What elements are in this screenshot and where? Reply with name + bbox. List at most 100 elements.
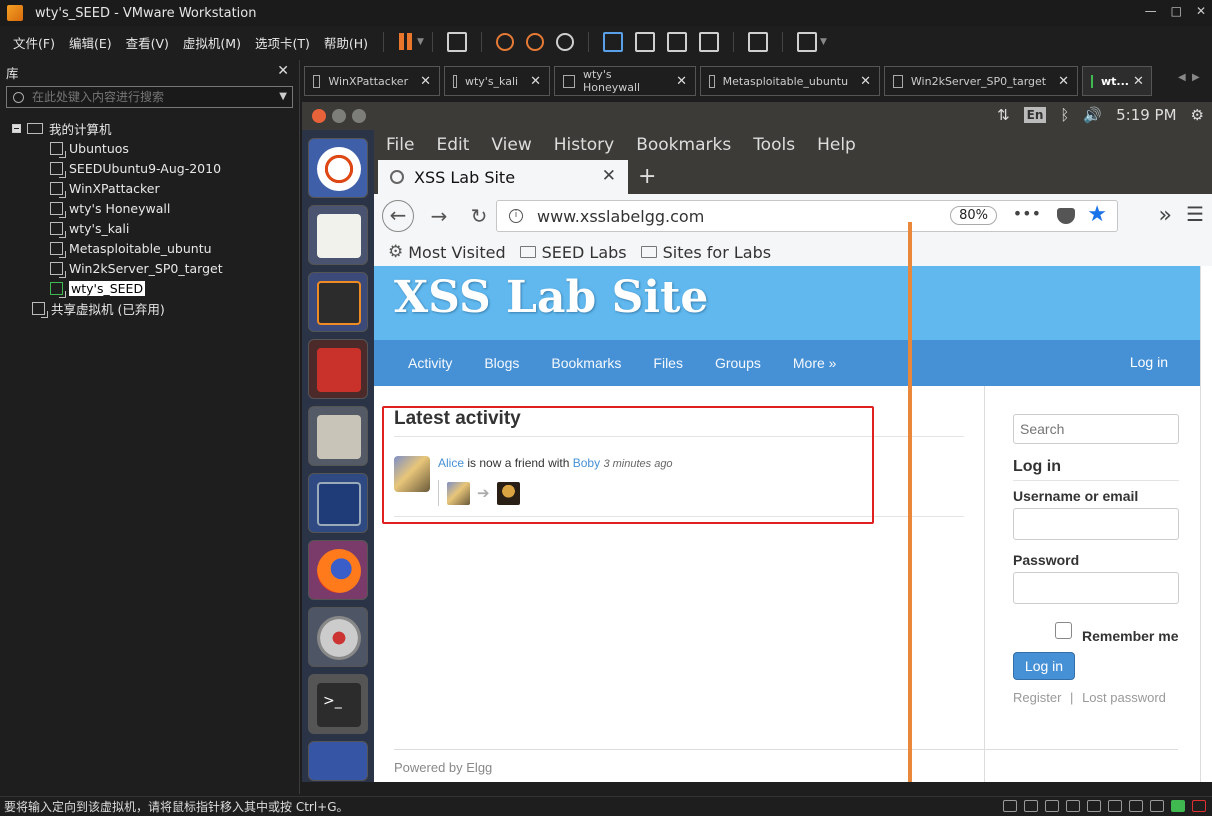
- ff-menu-file[interactable]: File: [386, 135, 414, 155]
- menu-view[interactable]: 查看(V): [126, 33, 169, 52]
- tree-item-vm[interactable]: wty's Honeywall: [0, 198, 299, 218]
- vm-tab[interactable]: wty's_kali ✕: [444, 66, 550, 96]
- menu-file[interactable]: 文件(F): [13, 33, 55, 52]
- menu-vm[interactable]: 虚拟机(M): [183, 33, 241, 52]
- tree-item-vm[interactable]: SEEDUbuntu9-Aug-2010: [0, 158, 299, 178]
- bookmark-star-icon[interactable]: ★: [1087, 202, 1107, 227]
- tree-item-vm[interactable]: WinXPattacker: [0, 178, 299, 198]
- ff-menu-history[interactable]: History: [554, 135, 614, 155]
- snapshot-manager-icon[interactable]: [555, 33, 574, 51]
- launcher-terminator-icon[interactable]: [308, 339, 368, 399]
- nav-bookmarks[interactable]: Bookmarks: [551, 355, 621, 371]
- vm-tab[interactable]: Metasploitable_ubuntu ✕: [700, 66, 880, 96]
- nav-files[interactable]: Files: [653, 355, 683, 371]
- remember-me-checkbox[interactable]: [1055, 621, 1072, 639]
- thumbnail-bar-icon[interactable]: [634, 32, 655, 52]
- close-icon[interactable]: ✕: [277, 63, 289, 79]
- tree-item-vm[interactable]: Ubuntuos: [0, 138, 299, 158]
- tree-item-vm[interactable]: Metasploitable_ubuntu: [0, 238, 299, 258]
- launcher-terminal-icon[interactable]: >_: [308, 674, 368, 734]
- bluetooth-icon[interactable]: ᛒ: [1060, 106, 1069, 124]
- message-log-icon[interactable]: [1171, 800, 1185, 812]
- vm-tab-active[interactable]: wt... ✕: [1082, 66, 1152, 96]
- unity-icon[interactable]: [698, 32, 719, 52]
- tree-item-vm-selected[interactable]: wty's_SEED: [0, 278, 299, 298]
- vm-tab[interactable]: Win2kServer_SP0_target ✕: [884, 66, 1078, 96]
- launcher-dash-icon[interactable]: [308, 138, 368, 198]
- close-window-icon[interactable]: [312, 109, 326, 123]
- nav-groups[interactable]: Groups: [715, 355, 761, 371]
- tree-item-vm[interactable]: wty's_kali: [0, 218, 299, 238]
- menu-help[interactable]: 帮助(H): [324, 33, 368, 52]
- fullscreen-icon[interactable]: [666, 32, 687, 52]
- library-search-input[interactable]: [32, 90, 272, 104]
- console-view-icon[interactable]: [747, 32, 768, 52]
- collapse-icon[interactable]: [12, 123, 21, 133]
- clock[interactable]: 5:19 PM: [1116, 106, 1176, 124]
- chevron-down-icon[interactable]: ▼: [417, 37, 424, 47]
- launcher-wireshark-icon[interactable]: [308, 473, 368, 533]
- send-ctrl-alt-del-icon[interactable]: [446, 32, 467, 52]
- url-text[interactable]: www.xsslabelgg.com: [537, 207, 704, 226]
- bookmark-sites-for-labs[interactable]: Sites for Labs: [640, 243, 771, 262]
- nav-login-link[interactable]: Log in: [1130, 354, 1168, 370]
- gear-icon[interactable]: ⚙: [1191, 106, 1204, 124]
- network-icon[interactable]: ⇅: [997, 106, 1010, 124]
- close-tab-icon[interactable]: ✕: [602, 166, 616, 186]
- guest-screen[interactable]: ⇅ En ᛒ 🔊 5:19 PM ⚙ >_ File Edit View His…: [302, 102, 1212, 782]
- vm-tab[interactable]: WinXPattacker ✕: [304, 66, 440, 96]
- snapshot-icon[interactable]: [495, 33, 514, 51]
- stretch-view-icon[interactable]: [796, 32, 817, 52]
- bluetooth-icon[interactable]: [1150, 800, 1164, 812]
- keyboard-layout-indicator[interactable]: En: [1023, 107, 1047, 123]
- maximize-button[interactable]: □: [1171, 4, 1182, 18]
- pocket-icon[interactable]: [1057, 208, 1075, 224]
- lost-password-link[interactable]: Lost password: [1082, 690, 1166, 705]
- close-icon[interactable]: ✕: [1046, 74, 1069, 89]
- nav-more[interactable]: More »: [793, 355, 837, 371]
- ff-menu-edit[interactable]: Edit: [436, 135, 469, 155]
- pause-icon[interactable]: [398, 32, 414, 52]
- zoom-indicator[interactable]: 80%: [950, 206, 997, 225]
- launcher-settings-icon[interactable]: [308, 607, 368, 667]
- launcher-firefox-icon[interactable]: [308, 540, 368, 600]
- bookmark-most-visited[interactable]: ⚙ Most Visited: [388, 242, 506, 262]
- password-field[interactable]: [1013, 572, 1179, 604]
- minimize-button[interactable]: —: [1145, 4, 1157, 18]
- cd-dvd-icon[interactable]: [1024, 800, 1038, 812]
- overflow-chevron-icon[interactable]: »: [1159, 203, 1172, 228]
- library-search[interactable]: ▼: [6, 86, 293, 108]
- bookmark-seed-labs[interactable]: SEED Labs: [519, 243, 627, 262]
- back-button[interactable]: ←: [382, 200, 414, 232]
- tree-item-vm[interactable]: Win2kServer_SP0_target: [0, 258, 299, 278]
- ff-menu-help[interactable]: Help: [817, 135, 856, 155]
- search-input[interactable]: [1013, 414, 1179, 444]
- launcher-files-icon[interactable]: [308, 406, 368, 466]
- sound-card-icon[interactable]: [1087, 800, 1101, 812]
- reload-button[interactable]: ↻: [464, 204, 494, 228]
- ff-menu-view[interactable]: View: [491, 135, 531, 155]
- maximize-window-icon[interactable]: [352, 109, 366, 123]
- close-icon[interactable]: ✕: [848, 74, 871, 89]
- new-tab-button[interactable]: +: [638, 164, 656, 189]
- close-icon[interactable]: ✕: [518, 74, 541, 89]
- usb-icon[interactable]: [1066, 800, 1080, 812]
- hard-disk-icon[interactable]: [1003, 800, 1017, 812]
- printer-icon[interactable]: [1108, 800, 1122, 812]
- close-icon[interactable]: ✕: [1129, 74, 1144, 89]
- volume-icon[interactable]: 🔊: [1083, 106, 1102, 124]
- revert-snapshot-icon[interactable]: [525, 33, 544, 51]
- launcher-sublime-icon[interactable]: [308, 272, 368, 332]
- footer-text[interactable]: Powered by Elgg: [394, 760, 492, 775]
- close-window-button[interactable]: ✕: [1196, 4, 1206, 18]
- menu-tabs[interactable]: 选项卡(T): [255, 33, 310, 52]
- ff-menu-tools[interactable]: Tools: [753, 135, 795, 155]
- username-field[interactable]: [1013, 508, 1179, 540]
- minimize-window-icon[interactable]: [332, 109, 346, 123]
- nav-activity[interactable]: Activity: [408, 355, 452, 371]
- menu-edit[interactable]: 编辑(E): [69, 33, 112, 52]
- forward-button[interactable]: →: [424, 204, 454, 228]
- tree-root[interactable]: 我的计算机: [0, 118, 299, 138]
- url-bar[interactable]: i www.xsslabelgg.com 80% ••• ★: [496, 200, 1118, 232]
- chevron-down-icon[interactable]: ▼: [820, 37, 827, 47]
